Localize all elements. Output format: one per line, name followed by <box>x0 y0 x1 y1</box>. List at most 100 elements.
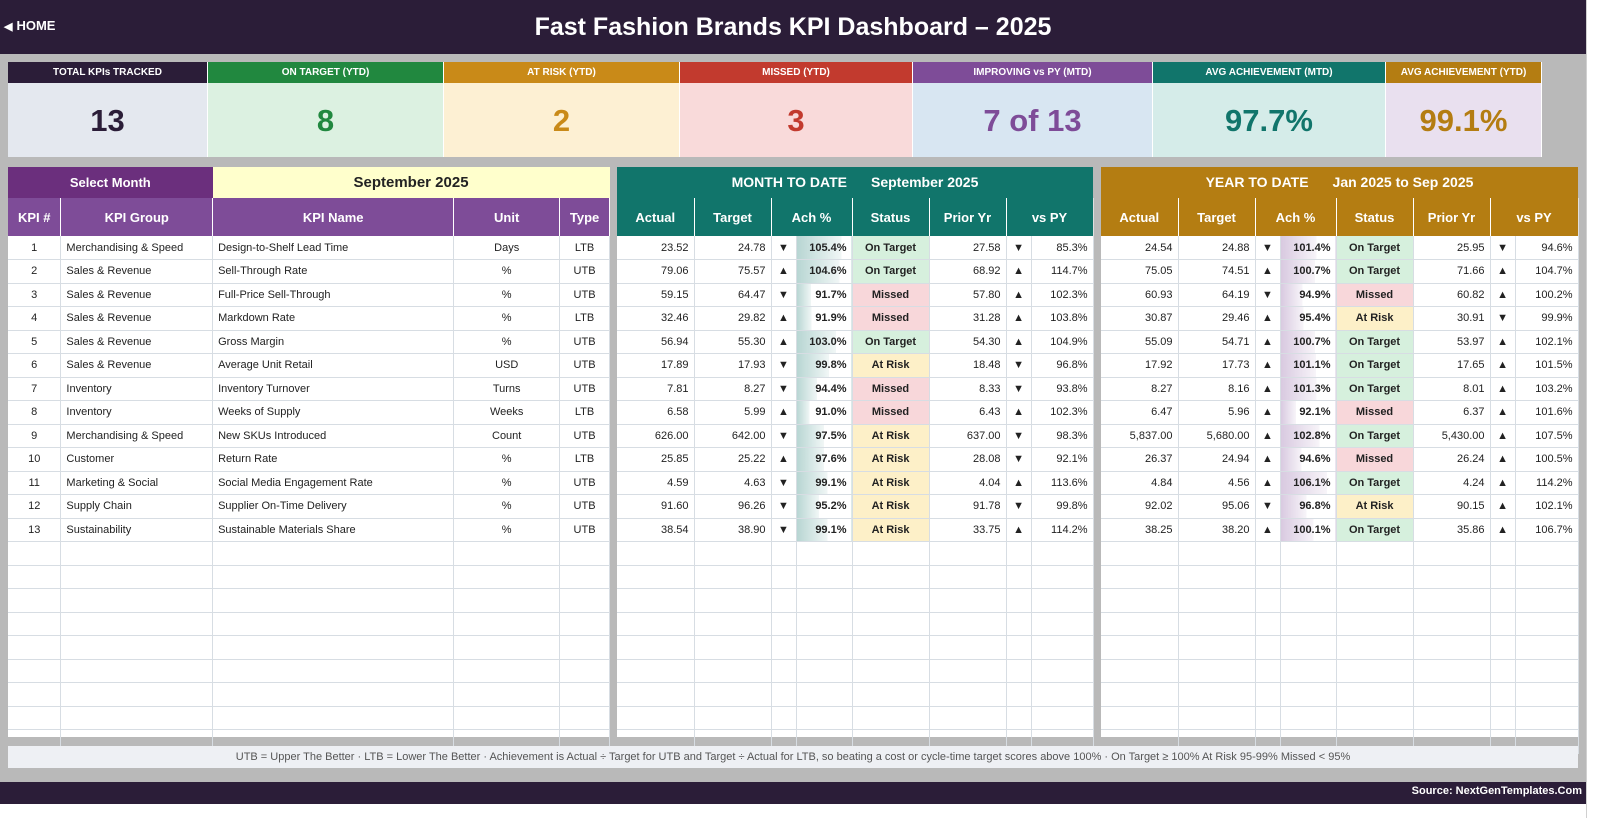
achievement-percent: 91.9% <box>796 306 853 331</box>
kpi-number: 10 <box>8 447 62 472</box>
actual-value: 4.84 <box>1101 471 1179 495</box>
triangle-up-icon: ▲ <box>771 447 797 472</box>
column-header: Actual <box>617 198 695 236</box>
triangle-up-icon: ▲ <box>1490 447 1516 472</box>
home-button[interactable]: ◀ HOME <box>4 18 55 33</box>
empty-cell <box>694 541 772 566</box>
kpi-row: 9 Merchandising & Speed New SKUs Introduce… <box>8 424 610 448</box>
vs-prior-year: 103.8% <box>1031 306 1094 331</box>
achievement-percent: 103.0% <box>796 330 853 354</box>
kpi-name: Supplier On-Time Delivery <box>212 494 455 519</box>
kpi-name: Full-Price Sell-Through <box>212 283 455 307</box>
empty-cell <box>559 541 610 566</box>
triangle-down-icon: ▼ <box>1006 377 1032 401</box>
empty-cell <box>852 565 930 589</box>
prior-year-value: 90.15 <box>1413 494 1491 519</box>
metric-row: 25.85 25.22 ▲ 97.6% At Risk 28.08 ▼ 92.1% <box>617 447 1094 472</box>
kpi-type: UTB <box>559 259 610 284</box>
actual-value: 32.46 <box>617 306 695 331</box>
empty-cell <box>212 588 455 613</box>
empty-cell <box>60 659 214 683</box>
empty-cell <box>1515 706 1579 730</box>
kpi-card-value: 13 <box>8 83 207 157</box>
actual-value: 75.05 <box>1101 259 1179 284</box>
empty-row <box>617 659 1094 683</box>
empty-cell <box>1280 706 1337 730</box>
triangle-up-icon: ▲ <box>1255 306 1281 331</box>
kpi-header-row: KPI # KPI Group KPI Name Unit Type <box>8 198 610 236</box>
empty-row <box>1101 588 1579 613</box>
kpi-card-label: MISSED (YTD) <box>680 62 912 83</box>
kpi-row: 12 Supply Chain Supplier On-Time Delivery%… <box>8 494 610 519</box>
empty-row <box>8 565 610 589</box>
empty-cell <box>1255 612 1281 636</box>
kpi-unit: % <box>453 518 561 542</box>
kpi-row: 3 Sales & Revenue Full-Price Sell-Through%… <box>8 283 610 307</box>
kpi-unit: % <box>453 447 561 472</box>
kpi-card-value: 8 <box>208 83 443 157</box>
metric-row: 26.37 24.94 ▲ 94.6% Missed 26.24 ▲ 100.5% <box>1101 447 1579 472</box>
empty-cell <box>852 588 930 613</box>
empty-cell <box>929 612 1007 636</box>
prior-year-value: 30.91 <box>1413 306 1491 331</box>
empty-row <box>617 612 1094 636</box>
empty-cell <box>796 706 853 730</box>
column-header: vs PY <box>1006 198 1094 236</box>
achievement-percent: 97.6% <box>796 447 853 472</box>
target-value: 642.00 <box>694 424 772 448</box>
kpi-cards: TOTAL KPIs TRACKED 13 ON TARGET (YTD) 8 AT R… <box>8 62 1578 157</box>
target-value: 38.20 <box>1178 518 1256 542</box>
empty-cell <box>1006 706 1032 730</box>
prior-year-value: 6.37 <box>1413 400 1491 425</box>
vs-prior-year: 114.7% <box>1031 259 1094 284</box>
kpi-type: LTB <box>559 400 610 425</box>
vs-prior-year: 113.6% <box>1031 471 1094 495</box>
empty-cell <box>1280 635 1337 660</box>
kpi-unit: Count <box>453 424 561 448</box>
empty-cell <box>796 612 853 636</box>
vs-prior-year: 102.1% <box>1515 330 1579 354</box>
month-select[interactable]: September 2025 <box>212 167 610 198</box>
triangle-up-icon: ▲ <box>1006 518 1032 542</box>
empty-row <box>8 541 610 566</box>
empty-cell <box>1031 565 1094 589</box>
kpi-row: 13 Sustainability Sustainable Materials Sh… <box>8 518 610 542</box>
prior-year-value: 33.75 <box>929 518 1007 542</box>
target-value: 5.96 <box>1178 400 1256 425</box>
empty-cell <box>8 612 62 636</box>
vs-prior-year: 101.5% <box>1515 353 1579 378</box>
empty-cell <box>1006 612 1032 636</box>
kpi-card: ON TARGET (YTD) 8 <box>208 62 444 157</box>
column-header: Ach % <box>1255 198 1337 236</box>
achievement-percent: 97.5% <box>796 424 853 448</box>
actual-value: 4.59 <box>617 471 695 495</box>
vs-prior-year: 99.8% <box>1031 494 1094 519</box>
empty-cell <box>1255 682 1281 707</box>
triangle-up-icon: ▲ <box>771 400 797 425</box>
kpi-card: MISSED (YTD) 3 <box>680 62 913 157</box>
achievement-percent: 101.3% <box>1280 377 1337 401</box>
kpi-group: Merchandising & Speed <box>60 424 214 448</box>
empty-cell <box>796 565 853 589</box>
triangle-up-icon: ▲ <box>1006 259 1032 284</box>
empty-cell <box>8 659 62 683</box>
source-credit: Source: NextGenTemplates.Com <box>1411 785 1582 797</box>
status-badge: Missed <box>1336 283 1414 307</box>
kpi-card-value: 97.7% <box>1153 83 1385 157</box>
vs-prior-year: 101.6% <box>1515 400 1579 425</box>
empty-cell <box>1413 635 1491 660</box>
column-header: KPI # <box>8 198 62 236</box>
header-bar: Fast Fashion Brands KPI Dashboard – 2025… <box>0 0 1586 54</box>
mtd-banner-period: September 2025 <box>870 174 979 190</box>
empty-cell <box>1280 588 1337 613</box>
vs-prior-year: 94.6% <box>1515 236 1579 260</box>
kpi-card-label: AT RISK (YTD) <box>444 62 679 83</box>
empty-cell <box>929 706 1007 730</box>
target-value: 17.93 <box>694 353 772 378</box>
kpi-type: UTB <box>559 377 610 401</box>
empty-cell <box>1006 682 1032 707</box>
metric-row: 75.05 74.51 ▲ 100.7% On Target 71.66 ▲ 104.7% <box>1101 259 1579 284</box>
column-header: Prior Yr <box>929 198 1007 236</box>
empty-cell <box>929 682 1007 707</box>
empty-cell <box>453 565 561 589</box>
